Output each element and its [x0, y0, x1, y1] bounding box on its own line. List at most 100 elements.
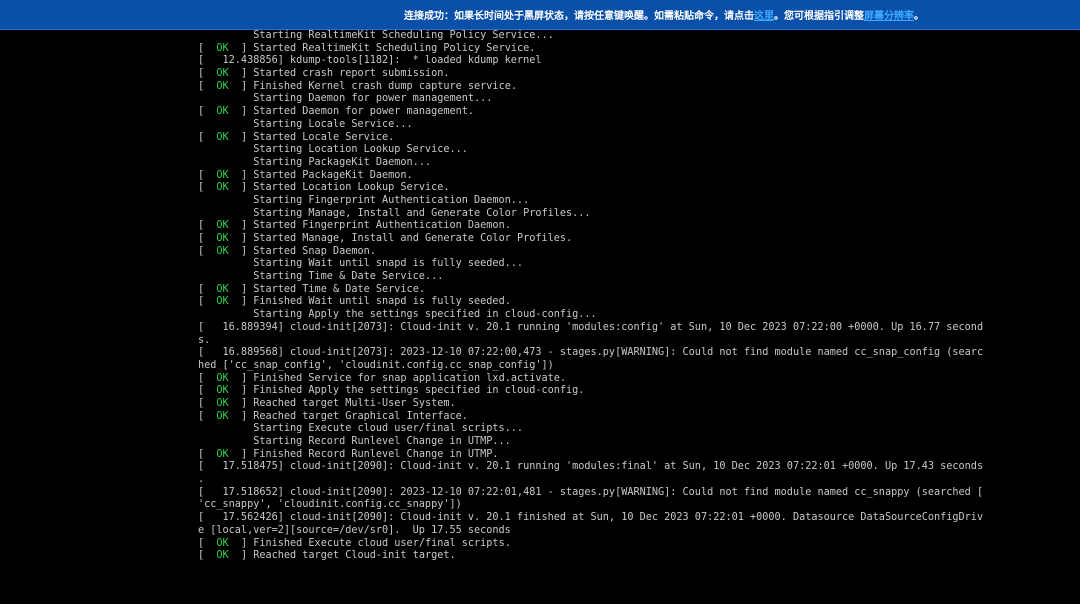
- console-line-text: Starting Time & Date Service...: [198, 271, 444, 283]
- ok-status: OK: [216, 385, 229, 397]
- connection-notice-bar: 连接成功：如果长时间处于黑屏状态，请按任意键唤醒。如需粘贴命令，请点击 这里 。您可…: [0, 0, 1080, 30]
- console-line: [ 17.518475] cloud-init[2090]: Cloud-ini…: [198, 461, 1012, 474]
- console-line: [ OK ] Started Locale Service.: [198, 131, 395, 143]
- console-line-text: Starting RealtimeKit Scheduling Policy S…: [198, 30, 554, 41]
- console-line: [ OK ] Reached target Graphical Interfac…: [198, 410, 468, 422]
- console-line: [ 16.889394] cloud-init[2073]: Cloud-ini…: [198, 322, 1012, 335]
- console-line: [ OK ] Started crash report submission.: [198, 68, 450, 80]
- console-line: [ 12.438856] kdump-tools[1182]: * loaded…: [198, 55, 1012, 68]
- console-line-text: Starting Record Runlevel Change in UTMP.…: [198, 436, 511, 447]
- console-line: s.: [198, 335, 1012, 348]
- console-line: Starting Time & Date Service...: [198, 271, 1012, 284]
- ok-status: OK: [216, 42, 229, 54]
- console-line: [ OK ] Finished Wait until snapd is full…: [198, 296, 511, 308]
- console-line: [ OK ] Started Fingerprint Authenticatio…: [198, 220, 511, 232]
- console-line: Starting Apply the settings specified in…: [198, 309, 1012, 322]
- paste-command-link[interactable]: 这里: [754, 7, 774, 22]
- console-line-text: [ 17.518652] cloud-init[2090]: 2023-12-1…: [198, 486, 984, 498]
- console-line-text: Started Daemon for power management.: [247, 106, 475, 118]
- console-line: [ OK ] Reached target Cloud-init target.: [198, 550, 456, 562]
- console-line: [ OK ] Started RealtimeKit Scheduling Po…: [198, 42, 536, 54]
- console-line-text: Finished Record Runlevel Change in UTMP.: [247, 448, 499, 460]
- console-line-text: e [local,ver=2][source=/dev/sr0]. Up 17.…: [198, 524, 511, 536]
- console-line-text: Reached target Cloud-init target.: [247, 550, 456, 562]
- console-line-text: Starting Location Lookup Service...: [198, 144, 468, 156]
- console-line-text: 'cc_snappy', 'cloudinit.config.cc_snappy…: [198, 499, 462, 511]
- console-line: Starting Daemon for power management...: [198, 93, 1012, 106]
- console-line: [ OK ] Started Daemon for power manageme…: [198, 106, 475, 118]
- console-line: Starting RealtimeKit Scheduling Policy S…: [198, 30, 1012, 43]
- console-line: Starting Location Lookup Service...: [198, 144, 1012, 157]
- console-line-text: Starting Apply the settings specified in…: [198, 309, 597, 321]
- console-line: [ OK ] Reached target Multi-User System.: [198, 397, 456, 409]
- notice-text-middle: 。您可根据指引调整: [774, 11, 864, 22]
- console-line: [ OK ] Started Manage, Install and Gener…: [198, 233, 573, 244]
- ok-status: OK: [216, 182, 229, 194]
- console-line: Starting Wait until snapd is fully seede…: [198, 258, 1012, 271]
- console-line: [ OK ] Started Time & Date Service.: [198, 283, 425, 295]
- ok-status: OK: [216, 537, 229, 549]
- ok-status: OK: [216, 448, 229, 460]
- console-line-text: Reached target Graphical Interface.: [247, 410, 468, 422]
- console-line: [ OK ] Finished Apply the settings speci…: [198, 385, 585, 397]
- ok-status: OK: [216, 106, 229, 118]
- console-line: [ OK ] Started Snap Daemon.: [198, 245, 376, 257]
- notice-text-after: 。: [914, 11, 924, 22]
- console-line-text: Finished Wait until snapd is fully seede…: [247, 296, 511, 308]
- console-line: Starting Execute cloud user/final script…: [198, 423, 1012, 436]
- console-line-text: Starting Manage, Install and Generate Co…: [198, 207, 591, 219]
- console-line-text: Started Time & Date Service.: [247, 283, 425, 295]
- console-line-text: Starting PackageKit Daemon...: [198, 156, 432, 168]
- console-line-text: Starting Daemon for power management...: [198, 93, 493, 105]
- screen-resolution-link[interactable]: 屏幕分辨率: [864, 7, 914, 22]
- console-line-text: Started Locale Service.: [247, 131, 395, 143]
- ok-status: OK: [216, 296, 229, 308]
- ok-status: OK: [216, 220, 229, 232]
- console-line: [ 17.518652] cloud-init[2090]: 2023-12-1…: [198, 487, 1012, 500]
- ok-status: OK: [216, 372, 229, 384]
- ok-status: OK: [216, 283, 229, 295]
- ok-status: OK: [216, 80, 229, 92]
- console-line: e [local,ver=2][source=/dev/sr0]. Up 17.…: [198, 525, 1012, 538]
- ok-status: OK: [216, 68, 229, 80]
- console-line: [ OK ] Finished Service for snap applica…: [198, 372, 567, 384]
- console-line-text: Started crash report submission.: [247, 68, 450, 80]
- ok-status: OK: [216, 131, 229, 143]
- console-line: .: [198, 474, 1012, 487]
- ok-status: OK: [216, 233, 229, 244]
- console-line: Starting Locale Service...: [198, 119, 1012, 132]
- console-line-text: Starting Locale Service...: [198, 118, 413, 130]
- console-line-text: [ 17.518475] cloud-init[2090]: Cloud-ini…: [198, 461, 984, 473]
- console-line: Starting Record Runlevel Change in UTMP.…: [198, 436, 1012, 449]
- ok-status: OK: [216, 245, 229, 257]
- console-line-text: [ 16.889394] cloud-init[2073]: Cloud-ini…: [198, 321, 984, 333]
- ok-status: OK: [216, 397, 229, 409]
- console-line: Starting Manage, Install and Generate Co…: [198, 208, 1012, 221]
- console-line-text: Started Manage, Install and Generate Col…: [247, 233, 573, 244]
- console-line-text: Finished Apply the settings specified in…: [247, 385, 585, 397]
- console-line-text: Started RealtimeKit Scheduling Policy Se…: [247, 42, 536, 54]
- console-line: 'cc_snappy', 'cloudinit.config.cc_snappy…: [198, 499, 1012, 512]
- console-line: [ OK ] Finished Execute cloud user/final…: [198, 537, 511, 549]
- terminal-console[interactable]: Starting RealtimeKit Scheduling Policy S…: [198, 30, 1012, 600]
- console-line: [ 17.562426] cloud-init[2090]: Cloud-ini…: [198, 512, 1012, 525]
- console-line: Starting PackageKit Daemon...: [198, 157, 1012, 170]
- ok-status: OK: [216, 169, 229, 181]
- console-line-text: Starting Wait until snapd is fully seede…: [198, 258, 524, 270]
- console-line: [ OK ] Finished Record Runlevel Change i…: [198, 448, 499, 460]
- console-line: Starting Fingerprint Authentication Daem…: [198, 195, 1012, 208]
- console-line-text: Started Snap Daemon.: [247, 245, 376, 257]
- console-line-text: Started Location Lookup Service.: [247, 182, 450, 194]
- console-line-text: Starting Fingerprint Authentication Daem…: [198, 194, 530, 206]
- console-line-text: Starting Execute cloud user/final script…: [198, 423, 524, 435]
- console-line-text: [ 16.889568] cloud-init[2073]: 2023-12-1…: [198, 347, 984, 359]
- notice-text-before: 连接成功：如果长时间处于黑屏状态，请按任意键唤醒。如需粘贴命令，请点击: [404, 11, 754, 22]
- console-line-text: s.: [198, 334, 211, 346]
- console-line: [ 16.889568] cloud-init[2073]: 2023-12-1…: [198, 347, 1012, 360]
- console-line-text: .: [198, 474, 205, 486]
- console-line-text: [ 17.562426] cloud-init[2090]: Cloud-ini…: [198, 512, 984, 524]
- console-line-text: Started Fingerprint Authentication Daemo…: [247, 220, 511, 232]
- console-line-text: [ 12.438856] kdump-tools[1182]: * loaded…: [198, 55, 542, 67]
- console-line: [ OK ] Finished Kernel crash dump captur…: [198, 80, 517, 92]
- console-line: [ OK ] Started PackageKit Daemon.: [198, 169, 413, 181]
